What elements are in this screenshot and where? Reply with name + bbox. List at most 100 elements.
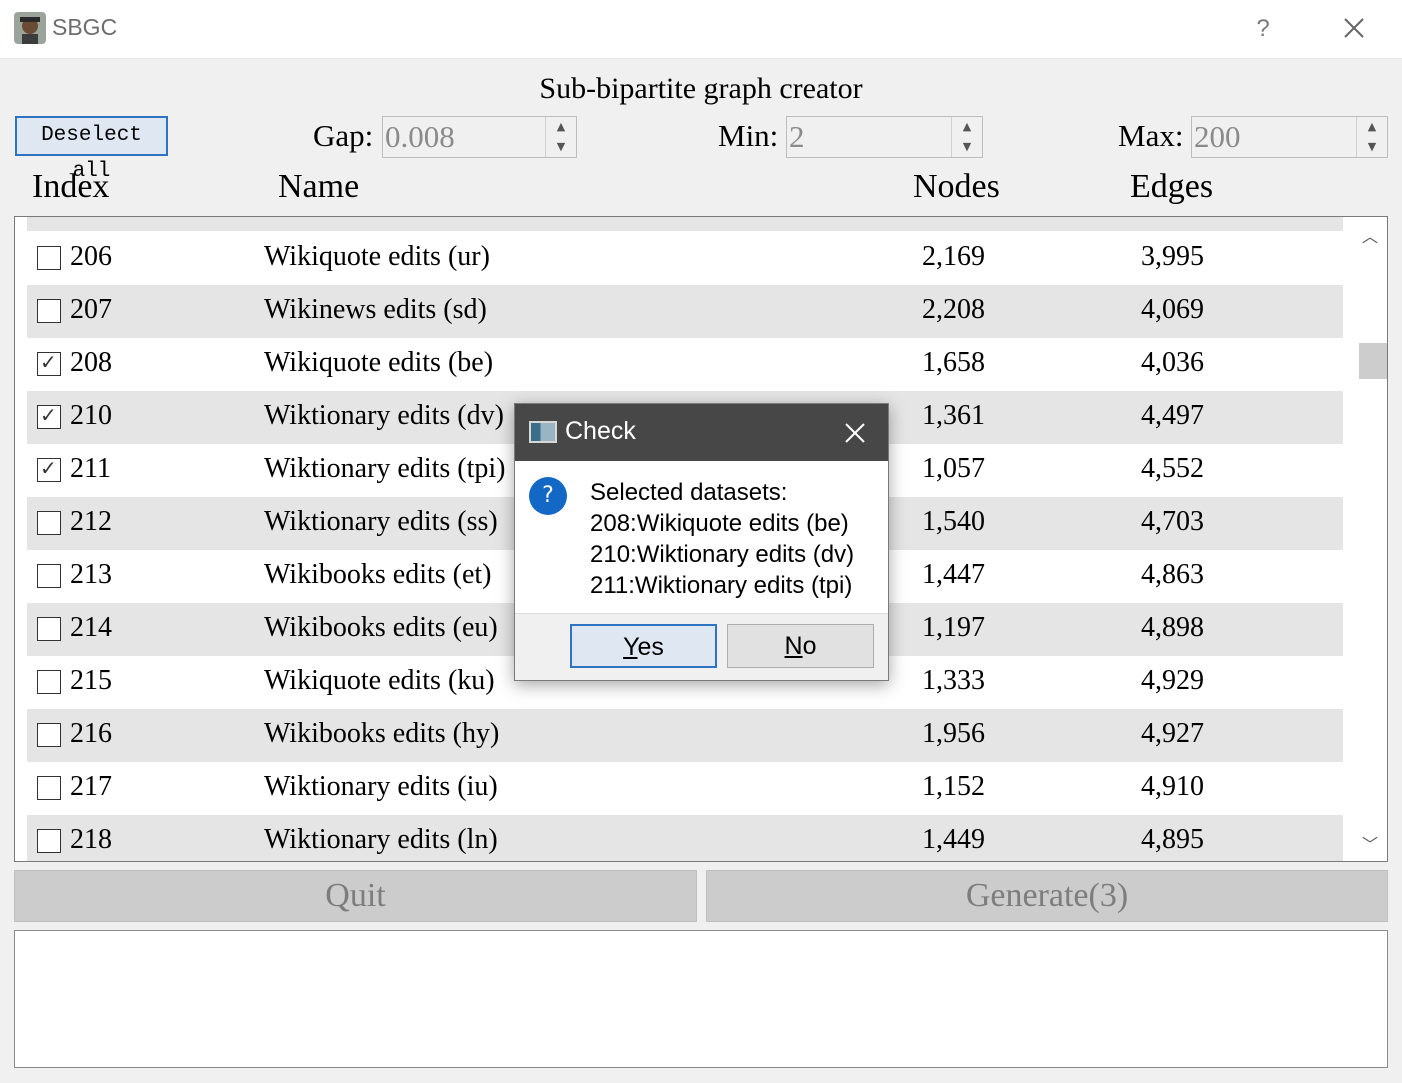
checkmark-icon: ✓ (40, 403, 57, 427)
cell-edges: 4,863 (1141, 559, 1204, 590)
column-header-nodes: Nodes (913, 168, 1000, 205)
cell-edges: 4,497 (1141, 400, 1204, 431)
cell-edges: 4,552 (1141, 453, 1204, 484)
cell-nodes: 1,152 (922, 771, 985, 802)
row-checkbox[interactable]: ✓ (37, 403, 61, 429)
scroll-down-icon[interactable]: ﹀ (1353, 831, 1387, 857)
cell-nodes: 1,540 (922, 506, 985, 537)
row-checkbox[interactable]: ✓ (37, 456, 61, 482)
cell-name: Wikinews edits (sd) (264, 294, 487, 325)
min-spinbox[interactable]: 2 ▲ ▼ (786, 116, 983, 158)
dialog-body: ? Selected datasets: 208:Wikiquote edits… (515, 461, 888, 613)
max-stepper[interactable]: ▲ ▼ (1356, 117, 1387, 157)
gap-value: 0.008 (385, 119, 455, 154)
dialog-button-bar: Yes No (515, 613, 888, 681)
scroll-up-icon[interactable]: ︿ (1353, 223, 1387, 249)
chevron-up-icon[interactable]: ▲ (1357, 117, 1387, 137)
cell-nodes: 1,197 (922, 612, 985, 643)
max-spinbox[interactable]: 200 ▲ ▼ (1191, 116, 1388, 158)
table-row[interactable]: ✓ 207 Wikinews edits (sd) 2,208 4,069 (27, 285, 1343, 338)
checkmark-icon: ✓ (40, 456, 57, 480)
generate-button[interactable]: Generate(3) (706, 870, 1388, 922)
cell-edges: 4,898 (1141, 612, 1204, 643)
vertical-scrollbar[interactable]: ︿ ﹀ (1353, 217, 1387, 861)
cell-index: 214 (70, 612, 112, 643)
table-row[interactable]: ✓ 218 Wiktionary edits (ln) 1,449 4,895 (27, 815, 1343, 861)
cell-nodes: 1,361 (922, 400, 985, 431)
cell-nodes: 2,169 (922, 241, 985, 272)
cell-index: 206 (70, 241, 112, 272)
cell-edges: 4,927 (1141, 718, 1204, 749)
cell-nodes: 1,057 (922, 453, 985, 484)
cell-index: 217 (70, 771, 112, 802)
cell-name: Wiktionary edits (dv) (264, 400, 504, 431)
window-title: SBGC (52, 14, 118, 40)
window-close-button[interactable] (1334, 10, 1374, 48)
cell-nodes: 1,658 (922, 347, 985, 378)
row-checkbox[interactable]: ✓ (37, 617, 61, 641)
cell-edges: 3,995 (1141, 241, 1204, 272)
table-row[interactable]: ✓ 217 Wiktionary edits (iu) 1,152 4,910 (27, 762, 1343, 815)
cell-name: Wikiquote edits (be) (264, 347, 494, 378)
row-checkbox[interactable]: ✓ (37, 564, 61, 588)
yes-label: es (637, 633, 664, 661)
cell-nodes: 1,333 (922, 665, 985, 696)
no-button[interactable]: No (727, 624, 874, 668)
row-checkbox[interactable]: ✓ (37, 299, 61, 323)
question-icon: ? (529, 477, 567, 515)
partial-row (27, 217, 1343, 231)
gap-spinbox[interactable]: 0.008 ▲ ▼ (382, 116, 577, 158)
row-checkbox[interactable]: ✓ (37, 350, 61, 376)
scroll-thumb[interactable] (1359, 343, 1387, 379)
title-bar (0, 0, 1402, 59)
cell-edges: 4,895 (1141, 824, 1204, 855)
quit-button[interactable]: Quit (14, 870, 697, 922)
chevron-up-icon[interactable]: ▲ (546, 117, 576, 137)
gap-label: Gap: (313, 118, 374, 153)
cell-index: 215 (70, 665, 112, 696)
dialog-title-bar: Check (515, 404, 888, 461)
cell-nodes: 1,956 (922, 718, 985, 749)
dialog-app-icon (529, 421, 557, 443)
chevron-down-icon[interactable]: ▼ (546, 137, 576, 157)
log-output[interactable] (14, 930, 1388, 1068)
yes-mnemonic: Y (623, 633, 638, 661)
close-icon (845, 423, 865, 443)
cell-index: 213 (70, 559, 112, 590)
cell-name: Wikiquote edits (ur) (264, 241, 490, 272)
cell-nodes: 1,449 (922, 824, 985, 855)
cell-index: 207 (70, 294, 112, 325)
cell-name: Wiktionary edits (ss) (264, 506, 498, 537)
cell-name: Wikibooks edits (hy) (264, 718, 500, 749)
table-row[interactable]: ✓ 206 Wikiquote edits (ur) 2,169 3,995 (27, 232, 1343, 285)
min-value: 2 (789, 119, 805, 154)
page-title: Sub-bipartite graph creator (539, 72, 863, 105)
row-checkbox[interactable]: ✓ (37, 511, 61, 535)
dialog-message-line: Selected datasets: (590, 479, 788, 506)
chevron-up-icon[interactable]: ▲ (952, 117, 982, 137)
table-row[interactable]: ✓ 208 Wikiquote edits (be) 1,658 4,036 (27, 338, 1343, 391)
yes-button[interactable]: Yes (570, 624, 717, 668)
chevron-down-icon[interactable]: ▼ (952, 137, 982, 157)
cell-edges: 4,929 (1141, 665, 1204, 696)
deselect-all-button[interactable]: Deselect all (15, 116, 168, 183)
cell-name: Wiktionary edits (iu) (264, 771, 498, 802)
row-checkbox[interactable]: ✓ (37, 776, 61, 800)
dialog-message-line: 208:Wikiquote edits (be) (590, 510, 849, 537)
cell-nodes: 1,447 (922, 559, 985, 590)
no-mnemonic: N (784, 632, 803, 660)
table-row[interactable]: ✓ 216 Wikibooks edits (hy) 1,956 4,927 (27, 709, 1343, 762)
row-checkbox[interactable]: ✓ (37, 829, 61, 853)
row-checkbox[interactable]: ✓ (37, 723, 61, 747)
no-label: o (802, 632, 817, 660)
help-button[interactable]: ? (1248, 12, 1278, 46)
chevron-down-icon[interactable]: ▼ (1357, 137, 1387, 157)
row-checkbox[interactable]: ✓ (37, 246, 61, 270)
gap-stepper[interactable]: ▲ ▼ (545, 117, 576, 157)
cell-name: Wiktionary edits (tpi) (264, 453, 506, 484)
row-checkbox[interactable]: ✓ (37, 670, 61, 694)
cell-index: 216 (70, 718, 112, 749)
min-stepper[interactable]: ▲ ▼ (951, 117, 982, 157)
cell-name: Wikiquote edits (ku) (264, 665, 495, 696)
dialog-close-button[interactable] (835, 416, 875, 450)
